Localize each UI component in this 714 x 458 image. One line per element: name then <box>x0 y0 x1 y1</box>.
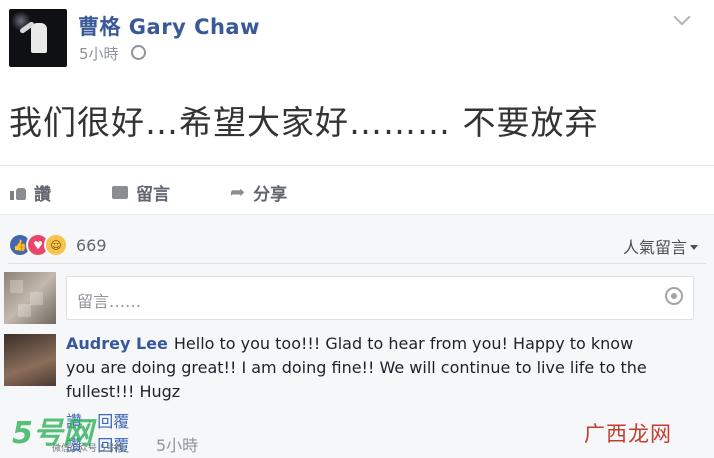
author-avatar[interactable] <box>9 9 67 67</box>
avatar-figure <box>31 23 47 53</box>
avatar-pixel <box>18 304 31 317</box>
post-text: 我们很好…希望大家好……… 不要放弃 <box>9 103 599 142</box>
comment-time[interactable]: 5小時 <box>156 432 198 456</box>
share-arrow-icon: ➦ <box>230 182 246 203</box>
comment-input[interactable]: 留言…… <box>66 276 694 320</box>
avatar-pixel <box>30 292 43 305</box>
commenter-avatar[interactable] <box>4 334 56 386</box>
comment-icon <box>112 186 128 199</box>
post-time[interactable]: 5小時 <box>79 45 119 63</box>
share-button[interactable]: ➦ 分享 <box>230 180 287 205</box>
watermark-5hao-sub: 微信公众号 5号网 <box>52 444 124 454</box>
chevron-down-icon[interactable] <box>673 8 691 26</box>
like-button[interactable]: 讚 <box>10 180 51 205</box>
comment-input-placeholder: 留言…… <box>77 292 142 311</box>
facebook-post: 曹格 Gary Chaw 5小時 我们很好…希望大家好……… 不要放弃 讚 留言… <box>0 0 714 458</box>
watermark-gxlong: 广西龙网 <box>584 422 672 446</box>
divider <box>8 263 706 264</box>
comment-sort-dropdown[interactable]: 人氣留言 <box>623 234 698 258</box>
globe-icon <box>131 45 147 60</box>
reactions-summary[interactable]: 👍 ♥ ☺ 669 <box>8 233 107 257</box>
haha-reaction-icon: ☺ <box>44 233 68 257</box>
divider <box>0 165 714 166</box>
current-user-avatar <box>4 272 56 324</box>
sort-label: 人氣留言 <box>622 238 687 257</box>
reaction-count: 669 <box>76 235 107 255</box>
post-meta: 5小時 <box>79 43 147 64</box>
like-label: 讚 <box>34 185 51 205</box>
camera-icon[interactable] <box>665 287 683 305</box>
comment-author[interactable]: Audrey Lee <box>66 334 168 353</box>
author-name[interactable]: 曹格 Gary Chaw <box>78 11 260 41</box>
share-label: 分享 <box>253 185 288 205</box>
avatar-pixel <box>10 280 23 293</box>
comment-button[interactable]: 留言 <box>112 180 170 205</box>
comment-body: Audrey Lee Hello to you too!!! Glad to he… <box>66 332 666 404</box>
caret-down-icon <box>690 245 698 250</box>
comment-label: 留言 <box>136 185 170 205</box>
thumbs-up-icon <box>10 186 26 200</box>
